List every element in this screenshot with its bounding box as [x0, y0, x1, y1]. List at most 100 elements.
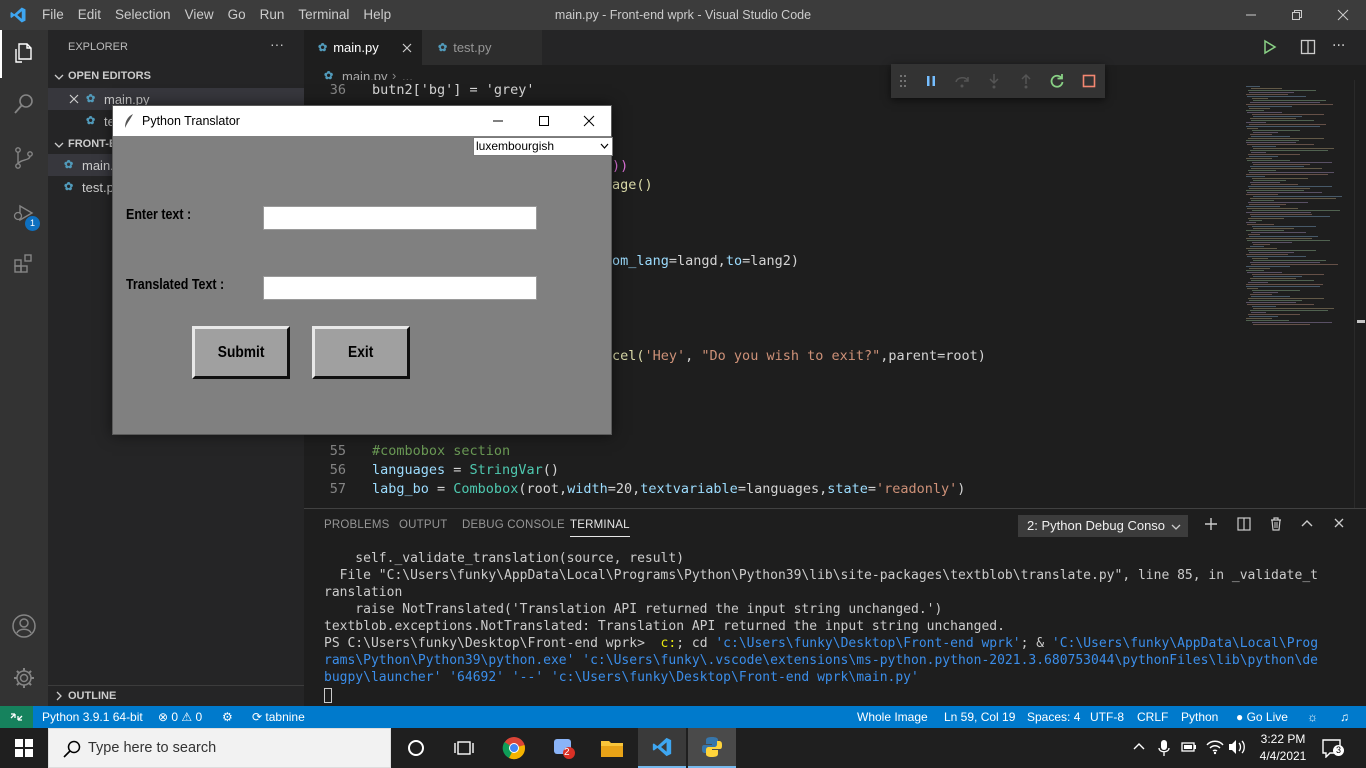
status-bar: Python 3.9.1 64-bit ⊗ 0 ⚠ 0 ⚙ ⟳ tabnine …: [0, 706, 1366, 728]
tab-output[interactable]: OUTPUT: [399, 519, 447, 531]
trash-icon[interactable]: [1269, 517, 1283, 531]
terminal-line: self._validate_translation(source, resul…: [324, 551, 685, 566]
search-icon[interactable]: [0, 80, 48, 128]
cortana-icon[interactable]: [392, 728, 440, 768]
activity-bar: 1: [0, 30, 48, 706]
title-bar: File Edit Selection View Go Run Terminal…: [0, 0, 1366, 30]
editor-more-icon[interactable]: ···: [1332, 38, 1345, 54]
editor-scrollbar[interactable]: [1354, 80, 1366, 508]
battery-icon[interactable]: [1181, 741, 1197, 753]
minimize-button[interactable]: [1228, 0, 1274, 30]
extensions-icon[interactable]: [0, 240, 48, 288]
drag-handle-icon[interactable]: [891, 64, 915, 98]
pause-icon[interactable]: [915, 64, 947, 98]
restore-button[interactable]: [1274, 0, 1320, 30]
tab-problems[interactable]: PROBLEMS: [324, 519, 390, 531]
language-combobox[interactable]: luxembourgish: [473, 137, 613, 156]
python-file-icon: ✿: [438, 42, 448, 54]
stop-icon[interactable]: [1073, 64, 1105, 98]
whole-image[interactable]: Whole Image: [857, 706, 928, 728]
close-tab-icon[interactable]: [402, 43, 412, 53]
tabnine-status[interactable]: ⟳ tabnine: [252, 706, 305, 728]
split-editor-icon[interactable]: [1300, 39, 1316, 55]
step-over-icon[interactable]: [946, 64, 978, 98]
python-taskbar-icon[interactable]: [688, 728, 736, 768]
run-debug-icon[interactable]: 1: [0, 188, 48, 236]
settings-gear-icon[interactable]: [0, 654, 48, 702]
menu-terminal[interactable]: Terminal: [291, 0, 356, 30]
split-terminal-icon[interactable]: [1237, 517, 1251, 531]
cursor-position[interactable]: Ln 59, Col 19: [944, 706, 1015, 728]
tab-test-py[interactable]: ✿ test.py: [422, 30, 542, 65]
open-editors-section[interactable]: OPEN EDITORS: [48, 66, 304, 86]
new-terminal-icon[interactable]: [1204, 517, 1218, 531]
tk-title-bar[interactable]: Python Translator: [113, 106, 611, 136]
tk-minimize-button[interactable]: [475, 106, 521, 136]
chrome-icon[interactable]: [490, 728, 538, 768]
indentation[interactable]: Spaces: 4: [1027, 706, 1080, 728]
bottom-panel: PROBLEMS OUTPUT DEBUG CONSOLE TERMINAL 2…: [304, 508, 1366, 706]
python-file-icon: ✿: [64, 159, 74, 171]
menu-file[interactable]: File: [35, 0, 71, 30]
restart-icon[interactable]: [1042, 64, 1074, 98]
file-explorer-icon[interactable]: [588, 728, 636, 768]
system-clock[interactable]: 3:22 PM 4/4/2021: [1254, 731, 1312, 765]
code-line: 55 #combobox section: [329, 443, 511, 459]
menu-selection[interactable]: Selection: [108, 0, 178, 30]
scroll-marker: [1357, 320, 1365, 323]
menu-edit[interactable]: Edit: [71, 0, 108, 30]
python-interpreter[interactable]: Python 3.9.1 64-bit: [42, 706, 143, 728]
python-translator-window: Python Translator luxembourgish Enter te…: [112, 105, 613, 435]
account-icon[interactable]: [0, 602, 48, 650]
outline-section[interactable]: OUTLINE: [48, 685, 304, 706]
menu-view[interactable]: View: [178, 0, 221, 30]
step-into-icon[interactable]: [978, 64, 1010, 98]
wifi-icon[interactable]: [1206, 739, 1224, 755]
run-file-icon[interactable]: [1262, 39, 1278, 55]
remote-indicator[interactable]: [0, 706, 33, 728]
explorer-icon[interactable]: [0, 30, 48, 78]
notifications-bell-icon[interactable]: ♫: [1340, 706, 1349, 728]
tk-close-button[interactable]: [566, 106, 612, 136]
feedback-icon[interactable]: ☼: [1307, 706, 1318, 728]
windows-start-icon[interactable]: [0, 728, 48, 768]
search-icon: [63, 740, 81, 758]
notification-center-icon[interactable]: 3: [1322, 738, 1344, 758]
maximize-panel-icon[interactable]: [1301, 518, 1313, 528]
tab-debug-console[interactable]: DEBUG CONSOLE: [462, 519, 565, 531]
volume-icon[interactable]: [1228, 739, 1246, 755]
close-panel-icon[interactable]: [1334, 518, 1344, 528]
source-control-icon[interactable]: [0, 134, 48, 182]
menu-run[interactable]: Run: [253, 0, 292, 30]
close-window-button[interactable]: [1320, 0, 1366, 30]
python-file-icon: ✿: [64, 181, 74, 193]
taskbar-search[interactable]: Type here to search: [48, 728, 391, 768]
task-view-icon[interactable]: [440, 728, 488, 768]
enter-text-input[interactable]: [263, 206, 537, 230]
tray-chevron-up-icon[interactable]: [1133, 741, 1145, 751]
tk-window-title: Python Translator: [142, 114, 240, 128]
exit-button[interactable]: Exit: [312, 326, 410, 379]
explorer-more-icon[interactable]: ···: [270, 36, 284, 52]
notification-count: 3: [1333, 745, 1344, 756]
chrome-profile-icon[interactable]: 2: [540, 728, 588, 768]
go-live-button[interactable]: ● Go Live: [1236, 706, 1288, 728]
close-editor-icon: [69, 94, 79, 104]
tab-main-py[interactable]: ✿ main.py: [304, 30, 422, 65]
problems-indicator[interactable]: ⊗ 0 ⚠ 0: [158, 706, 202, 728]
terminal-select[interactable]: 2: Python Debug Conso: [1018, 515, 1188, 537]
minimap[interactable]: [1244, 80, 1354, 508]
translated-text-output[interactable]: [263, 276, 537, 300]
language-mode[interactable]: Python: [1181, 706, 1218, 728]
tab-terminal[interactable]: TERMINAL: [570, 519, 630, 537]
end-of-line[interactable]: CRLF: [1137, 706, 1168, 728]
menu-help[interactable]: Help: [356, 0, 398, 30]
tk-maximize-button[interactable]: [521, 106, 567, 136]
vscode-taskbar-icon[interactable]: [638, 728, 686, 768]
microphone-icon[interactable]: [1158, 739, 1170, 757]
menu-go[interactable]: Go: [221, 0, 253, 30]
encoding[interactable]: UTF-8: [1090, 706, 1124, 728]
submit-button[interactable]: Submit: [192, 326, 290, 379]
debug-run-icon[interactable]: ⚙: [222, 706, 233, 728]
step-out-icon[interactable]: [1010, 64, 1042, 98]
